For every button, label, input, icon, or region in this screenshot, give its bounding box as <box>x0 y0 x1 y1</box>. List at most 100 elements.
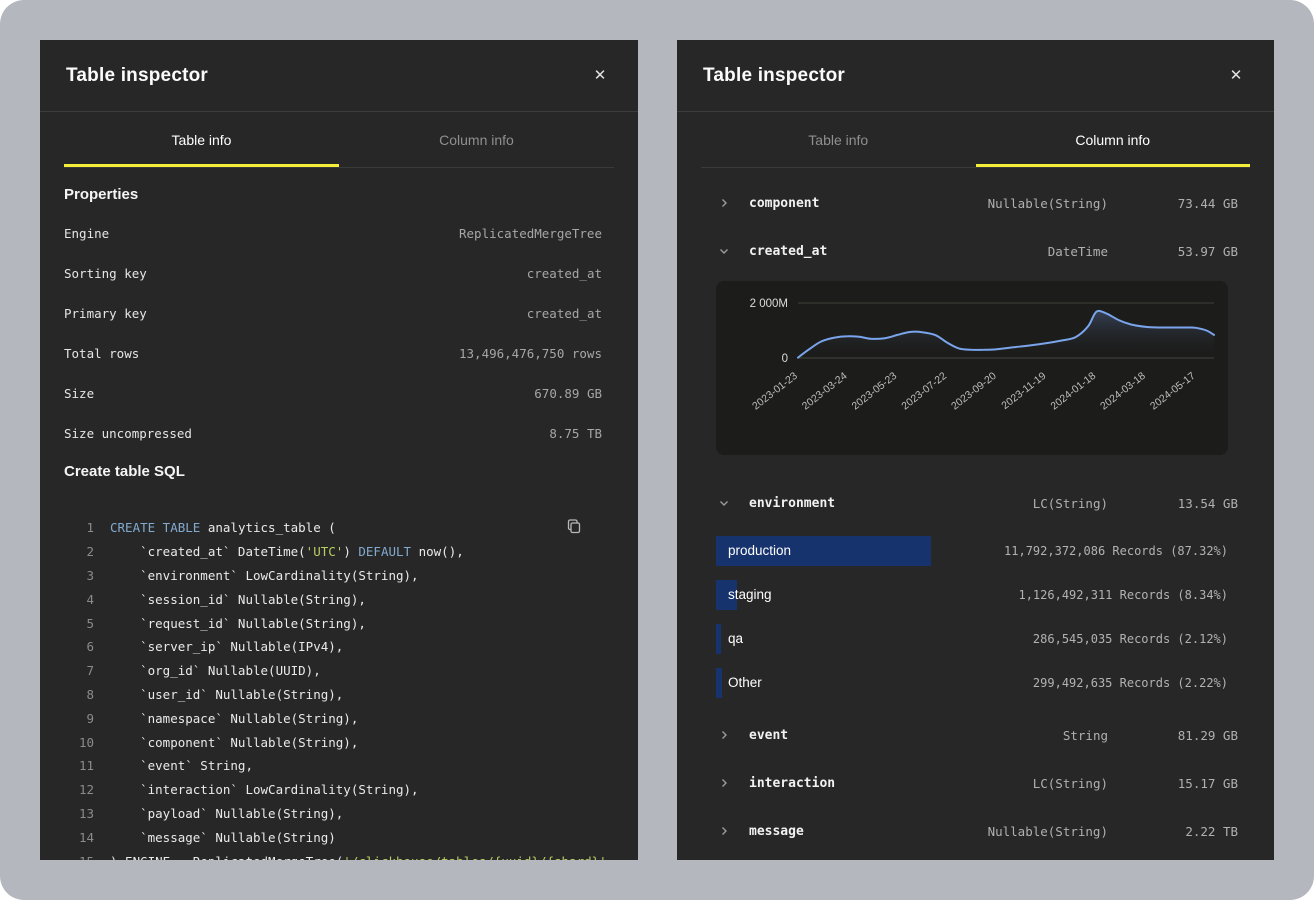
property-row-size-uncompressed: Size uncompressed 8.75 TB <box>64 413 614 453</box>
svg-text:0: 0 <box>782 353 788 365</box>
chevron-right-icon <box>716 823 732 839</box>
column-type: Nullable(String) <box>838 824 1108 839</box>
distribution-label: production <box>716 529 1228 573</box>
sql-code-line: 13 `payload` Nullable(String), <box>64 802 614 826</box>
property-row-total-rows: Total rows 13,496,476,750 rows <box>64 333 614 373</box>
sql-code-line: 14 `message` Nullable(String) <box>64 825 614 849</box>
property-value: 670.89 GB <box>534 386 602 401</box>
property-row-primary-key: Primary key created_at <box>64 293 614 333</box>
sql-code-line: 6 `server_ip` Nullable(IPv4), <box>64 635 614 659</box>
property-row-engine: Engine ReplicatedMergeTree <box>64 213 614 253</box>
properties-list: Engine ReplicatedMergeTree Sorting key c… <box>64 213 614 453</box>
column-name: event <box>749 728 838 743</box>
sql-code-line: 1CREATE TABLE analytics_table ( <box>64 516 614 540</box>
column-name: created_at <box>749 244 838 259</box>
property-value: 8.75 TB <box>549 426 602 441</box>
copy-icon[interactable] <box>564 516 584 539</box>
column-row-component[interactable]: component Nullable(String) 73.44 GB <box>677 179 1274 227</box>
column-name: interaction <box>749 776 838 791</box>
svg-text:2024-05-17: 2024-05-17 <box>1148 370 1198 413</box>
dialog-title: Table inspector <box>703 65 845 87</box>
property-value: created_at <box>527 266 602 281</box>
created-at-chart-svg: 2 000M02023-01-232023-03-242023-05-23202… <box>716 281 1228 455</box>
property-value: ReplicatedMergeTree <box>459 226 602 241</box>
sql-code-line: 10 `component` Nullable(String), <box>64 730 614 754</box>
property-row-sorting-key: Sorting key created_at <box>64 253 614 293</box>
svg-text:2023-09-20: 2023-09-20 <box>949 370 999 413</box>
environment-distribution: production 11,792,372,086 Records (87.32… <box>677 527 1274 711</box>
column-size: 73.44 GB <box>1108 196 1238 211</box>
column-size: 53.97 GB <box>1108 244 1238 259</box>
env-dist-row: qa 286,545,035 Records (2.12%) <box>716 617 1228 661</box>
sql-code-line: 4 `session_id` Nullable(String), <box>64 587 614 611</box>
sql-code-line: 11 `event` String, <box>64 754 614 778</box>
page-background: Table inspector ✕ Table info Column info… <box>0 0 1314 900</box>
distribution-label: qa <box>716 617 1228 661</box>
chevron-down-icon <box>716 243 732 259</box>
svg-text:2023-01-23: 2023-01-23 <box>750 370 800 413</box>
column-name: environment <box>749 496 838 511</box>
svg-text:2024-01-18: 2024-01-18 <box>1048 370 1098 413</box>
property-label: Total rows <box>64 346 139 361</box>
svg-text:2024-03-18: 2024-03-18 <box>1098 370 1148 413</box>
close-icon[interactable]: ✕ <box>1224 64 1248 88</box>
column-type: LC(String) <box>838 496 1108 511</box>
dialog-header: Table inspector ✕ <box>40 40 638 112</box>
sql-code-line: 8 `user_id` Nullable(String), <box>64 683 614 707</box>
column-size: 81.29 GB <box>1108 728 1238 743</box>
column-type: LC(String) <box>838 776 1108 791</box>
tab-column-info[interactable]: Column info <box>976 112 1251 167</box>
dialog-title: Table inspector <box>66 65 208 87</box>
sql-code-line: 9 `namespace` Nullable(String), <box>64 706 614 730</box>
property-value: 13,496,476,750 rows <box>459 346 602 361</box>
env-dist-row: Other 299,492,635 Records (2.22%) <box>716 661 1228 705</box>
sql-code-line: 5 `request_id` Nullable(String), <box>64 611 614 635</box>
tab-table-info[interactable]: Table info <box>701 112 976 167</box>
property-label: Size uncompressed <box>64 426 192 441</box>
tab-table-info[interactable]: Table info <box>64 112 339 167</box>
svg-text:2023-07-22: 2023-07-22 <box>899 370 949 413</box>
property-label: Primary key <box>64 306 147 321</box>
sql-code-line: 7 `org_id` Nullable(UUID), <box>64 659 614 683</box>
column-row-interaction[interactable]: interaction LC(String) 15.17 GB <box>677 759 1274 807</box>
svg-text:2023-11-19: 2023-11-19 <box>999 370 1048 412</box>
column-name: component <box>749 196 838 211</box>
dialog-header: Table inspector ✕ <box>677 40 1274 112</box>
property-row-size: Size 670.89 GB <box>64 373 614 413</box>
env-dist-row: production 11,792,372,086 Records (87.32… <box>716 529 1228 573</box>
column-row-created-at[interactable]: created_at DateTime 53.97 GB <box>677 227 1274 275</box>
column-name: message <box>749 824 838 839</box>
sql-code-line: 3 `environment` LowCardinality(String), <box>64 564 614 588</box>
column-size: 15.17 GB <box>1108 776 1238 791</box>
close-icon[interactable]: ✕ <box>588 64 612 88</box>
column-row-environment[interactable]: environment LC(String) 13.54 GB <box>677 479 1274 527</box>
chevron-right-icon <box>716 727 732 743</box>
column-row-message[interactable]: message Nullable(String) 2.22 TB <box>677 807 1274 855</box>
svg-text:2 000M: 2 000M <box>750 298 788 310</box>
tab-bar: Table info Column info <box>701 112 1250 168</box>
property-label: Size <box>64 386 94 401</box>
properties-heading: Properties <box>64 186 614 203</box>
column-type: String <box>838 728 1108 743</box>
tab-column-info[interactable]: Column info <box>339 112 614 167</box>
distribution-label: Other <box>716 661 1228 705</box>
tab-bar: Table info Column info <box>64 112 614 168</box>
sql-code-line: 12 `interaction` LowCardinality(String), <box>64 778 614 802</box>
chevron-down-icon <box>716 495 732 511</box>
sql-code-line: 15) ENGINE = ReplicatedMergeTree('/click… <box>64 849 614 860</box>
table-inspector-dialog-table-info: Table inspector ✕ Table info Column info… <box>40 40 638 860</box>
column-size: 13.54 GB <box>1108 496 1238 511</box>
env-dist-row: staging 1,126,492,311 Records (8.34%) <box>716 573 1228 617</box>
sql-code-line: 2 `created_at` DateTime('UTC') DEFAULT n… <box>64 540 614 564</box>
property-value: created_at <box>527 306 602 321</box>
column-size: 2.22 TB <box>1108 824 1238 839</box>
property-label: Sorting key <box>64 266 147 281</box>
created-at-distribution-chart: 2 000M02023-01-232023-03-242023-05-23202… <box>716 281 1228 455</box>
table-info-content: Properties Engine ReplicatedMergeTree So… <box>40 168 638 860</box>
chevron-right-icon <box>716 775 732 791</box>
property-label: Engine <box>64 226 109 241</box>
sql-code-block: 1CREATE TABLE analytics_table (2 `create… <box>64 516 614 860</box>
sql-code: 1CREATE TABLE analytics_table (2 `create… <box>64 516 614 860</box>
column-row-event[interactable]: event String 81.29 GB <box>677 711 1274 759</box>
distribution-label: staging <box>716 573 1228 617</box>
